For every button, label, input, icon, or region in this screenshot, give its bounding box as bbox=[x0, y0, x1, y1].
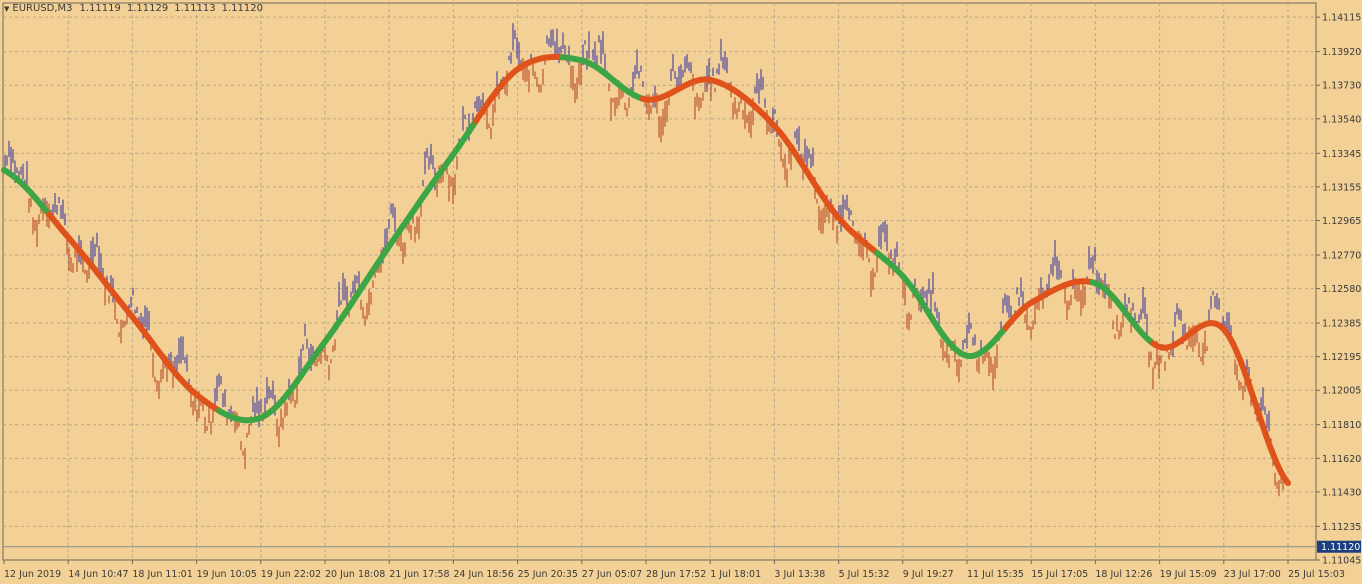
low-value: 1.11113 bbox=[174, 3, 216, 14]
open-value: 1.11119 bbox=[79, 3, 121, 14]
y-tick-label: 1.11430 bbox=[1322, 487, 1361, 498]
price-chart[interactable]: 1.14115 1.13920 1.13730 1.13540 1.13345 1.131… bbox=[0, 0, 1362, 584]
ma-segment-down bbox=[45, 211, 223, 414]
current-price-label: 1.11120 bbox=[1321, 542, 1360, 553]
x-tick-label: 18 Jul 12:26 bbox=[1095, 569, 1152, 580]
ma-segment-down bbox=[472, 53, 566, 124]
x-tick-label: 21 Jun 17:58 bbox=[389, 569, 449, 580]
symbol-label: EURUSD,M3 bbox=[12, 3, 73, 14]
y-tick-label: 1.12965 bbox=[1322, 216, 1361, 227]
chart-header: ▼ EURUSD,M3 1.11119 1.11129 1.11113 1.11… bbox=[4, 3, 266, 14]
x-tick-label: 19 Jun 22:02 bbox=[261, 569, 321, 580]
y-tick-label: 1.12385 bbox=[1322, 319, 1361, 330]
x-tick-label: 24 Jun 18:56 bbox=[453, 569, 513, 580]
x-tick-label: 20 Jun 18:08 bbox=[325, 569, 385, 580]
plot-frame bbox=[2, 2, 1317, 561]
x-tick-label: 9 Jul 19:27 bbox=[903, 569, 954, 580]
y-tick-label: 1.14115 bbox=[1322, 13, 1361, 24]
ma-segment-down bbox=[639, 76, 881, 256]
y-tick-label: 1.13730 bbox=[1322, 81, 1361, 92]
x-tick-label: 3 Jul 13:38 bbox=[774, 569, 825, 580]
x-tick-label: 27 Jun 05:07 bbox=[582, 569, 642, 580]
x-tick-label: 19 Jun 10:05 bbox=[197, 569, 257, 580]
y-tick-label: 1.13155 bbox=[1322, 182, 1361, 193]
x-tick-label: 18 Jun 11:01 bbox=[132, 569, 192, 580]
x-tick-label: 5 Jul 15:32 bbox=[839, 569, 890, 580]
y-tick-label: 1.13540 bbox=[1322, 114, 1361, 125]
x-tick-label: 19 Jul 15:09 bbox=[1160, 569, 1217, 580]
x-tick-label: 28 Jun 17:52 bbox=[646, 569, 706, 580]
y-tick-label: 1.12580 bbox=[1322, 284, 1361, 295]
x-tick-label: 25 Jul 15:03 bbox=[1288, 569, 1345, 580]
x-tick-label: 1 Jul 18:01 bbox=[710, 569, 761, 580]
x-tick-label: 12 Jun 2019 bbox=[4, 569, 61, 580]
collapse-caret-icon[interactable]: ▼ bbox=[4, 5, 9, 13]
chart-window: 1.14115 1.13920 1.13730 1.13540 1.13345 1.131… bbox=[0, 0, 1362, 584]
y-tick-label: 1.11235 bbox=[1322, 522, 1361, 533]
y-tick-label: 1.13920 bbox=[1322, 47, 1361, 58]
x-tick-label: 23 Jul 17:00 bbox=[1224, 569, 1281, 580]
y-tick-label: 1.12195 bbox=[1322, 352, 1361, 363]
ma-segment-down bbox=[1150, 320, 1291, 487]
ma-segment-up bbox=[1089, 279, 1157, 347]
x-tick-label: 15 Jul 17:05 bbox=[1031, 569, 1088, 580]
x-tick-label: 25 Jun 20:35 bbox=[518, 569, 578, 580]
ma-segment-up bbox=[1, 167, 52, 218]
y-tick-label: 1.13345 bbox=[1322, 149, 1361, 160]
ma-segment-up bbox=[216, 117, 479, 424]
high-value: 1.11129 bbox=[126, 3, 169, 14]
y-tick-label: 1.12005 bbox=[1322, 386, 1361, 397]
y-tick-label: 1.11810 bbox=[1322, 420, 1361, 431]
close-value: 1.11120 bbox=[221, 3, 263, 14]
x-tick-label: 14 Jun 10:47 bbox=[68, 569, 128, 580]
y-tick-label: 1.11620 bbox=[1322, 454, 1361, 465]
x-tick-label: 11 Jul 15:35 bbox=[967, 569, 1024, 580]
y-tick-label: 1.12770 bbox=[1322, 250, 1361, 261]
y-tick-label: 1.11045 bbox=[1322, 556, 1361, 567]
